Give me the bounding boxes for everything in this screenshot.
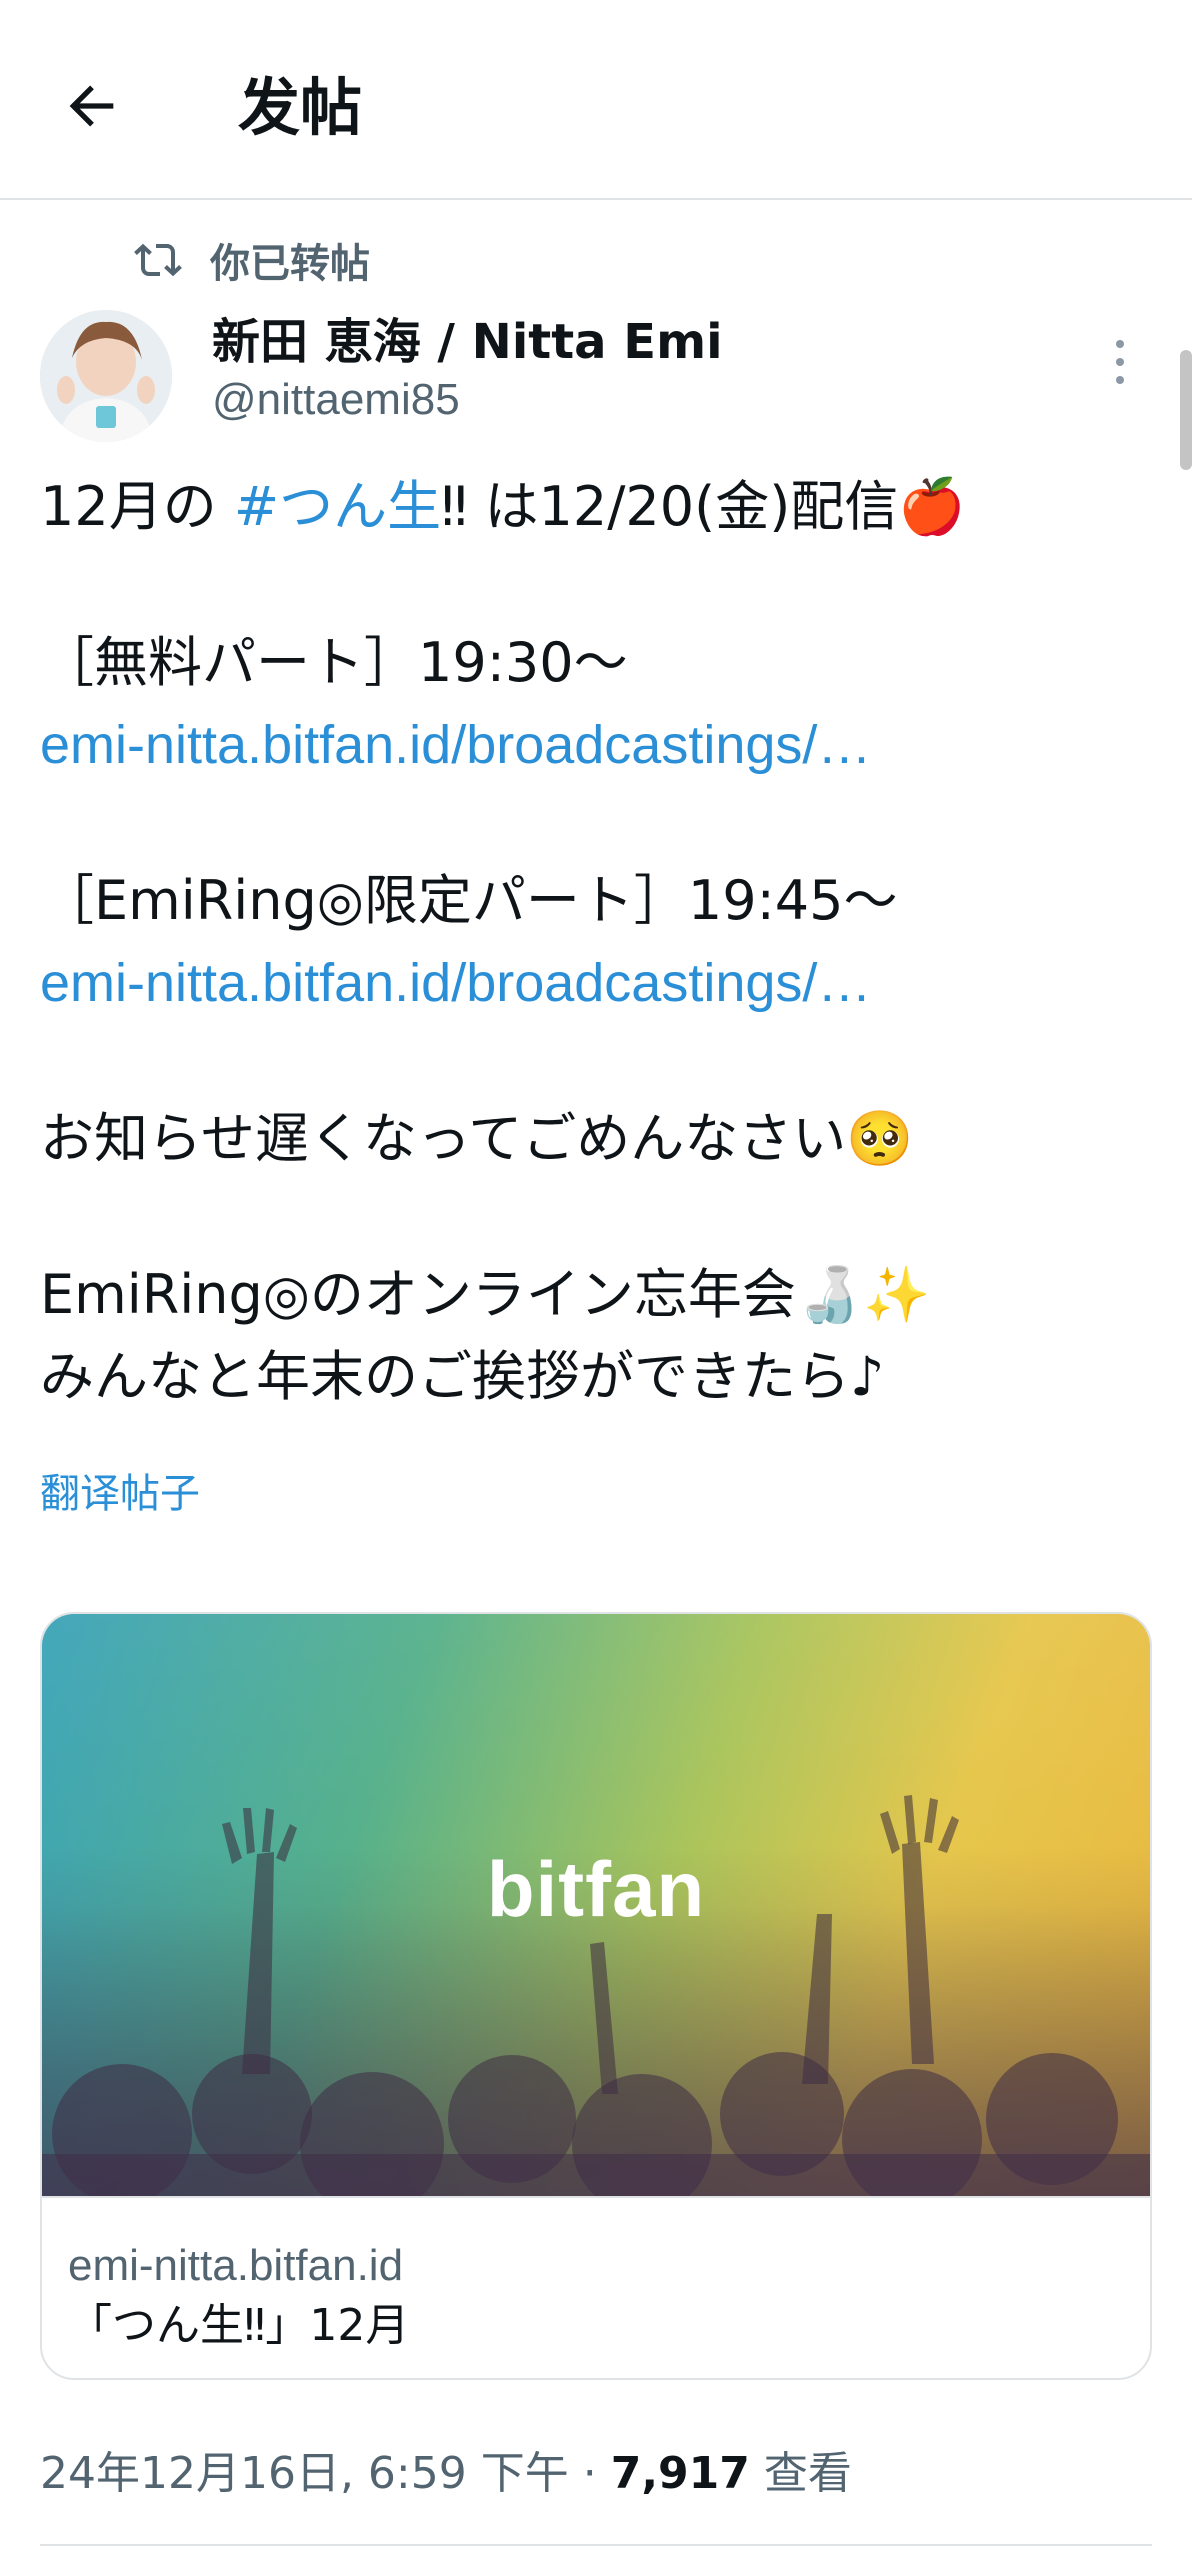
- tweet-line: ［無料パート］19:30〜: [40, 631, 628, 694]
- translate-post-link[interactable]: 翻译帖子: [40, 1466, 200, 1522]
- avatar[interactable]: [40, 310, 172, 442]
- post-meta: 24年12月16日, 6:59 下午 · 7,917 查看: [40, 2444, 852, 2504]
- tweet-line: みんなと年末のご挨拶ができたら♪: [40, 1345, 885, 1408]
- hashtag-link[interactable]: #つん生: [234, 475, 441, 538]
- tweet-line: ［EmiRing◎限定パート］19:45〜: [40, 869, 898, 932]
- more-vertical-icon-dot: [1116, 358, 1124, 366]
- more-vertical-icon: [1116, 340, 1124, 348]
- bitfan-logo-text: bitfan: [486, 1845, 706, 1933]
- timestamp[interactable]: 24年12月16日, 6:59 下午 ·: [40, 2448, 611, 2499]
- tweet-line: EmiRing◎のオンライン忘年会🍶✨: [40, 1263, 931, 1326]
- repost-indicator: 你已转帖: [134, 232, 370, 288]
- tweet-line: 12月の #つん生‼ は12/20(金)配信🍎: [40, 466, 1150, 548]
- divider: [40, 2544, 1152, 2546]
- avatar-photo: [40, 310, 172, 442]
- card-domain: emi-nitta.bitfan.id: [68, 2241, 404, 2290]
- top-bar: 发帖: [0, 0, 1192, 200]
- tweet-text-segment: 12月の: [40, 475, 234, 538]
- broadcast-link[interactable]: emi-nitta.bitfan.id/broadcastings/…: [40, 704, 1150, 786]
- tweet-line: お知らせ遅くなってごめんなさい🥺: [40, 1107, 914, 1170]
- card-title: 「つん生‼」12月: [68, 2300, 410, 2351]
- views-label: 查看: [749, 2448, 852, 2499]
- back-button[interactable]: [52, 66, 132, 146]
- more-vertical-icon-dot: [1116, 376, 1124, 384]
- author-display-name[interactable]: 新田 恵海 / Nitta Emi: [212, 312, 723, 372]
- tweet-text-segment: ‼ は12/20(金)配信🍎: [441, 475, 966, 538]
- card-footer: emi-nitta.bitfan.id 「つん生‼」12月: [42, 2196, 1150, 2378]
- card-image: bitfan: [42, 1614, 1150, 2196]
- more-button[interactable]: [1100, 336, 1140, 388]
- link-preview-card[interactable]: bitfan emi-nitta.bitfan.id 「つん生‼」12月: [40, 1612, 1152, 2380]
- tweet-text: 12月の #つん生‼ は12/20(金)配信🍎 ［無料パート］19:30〜 em…: [40, 466, 1150, 1418]
- repost-label: 你已转帖: [210, 241, 370, 287]
- arrow-left-icon: [69, 85, 114, 127]
- author-handle[interactable]: @nittaemi85: [212, 372, 460, 428]
- page-title: 发帖: [238, 71, 363, 144]
- broadcast-link[interactable]: emi-nitta.bitfan.id/broadcastings/…: [40, 942, 1150, 1024]
- repost-icon: [134, 243, 182, 277]
- scrollbar-thumb[interactable]: [1180, 350, 1192, 470]
- views-count: 7,917: [610, 2448, 750, 2499]
